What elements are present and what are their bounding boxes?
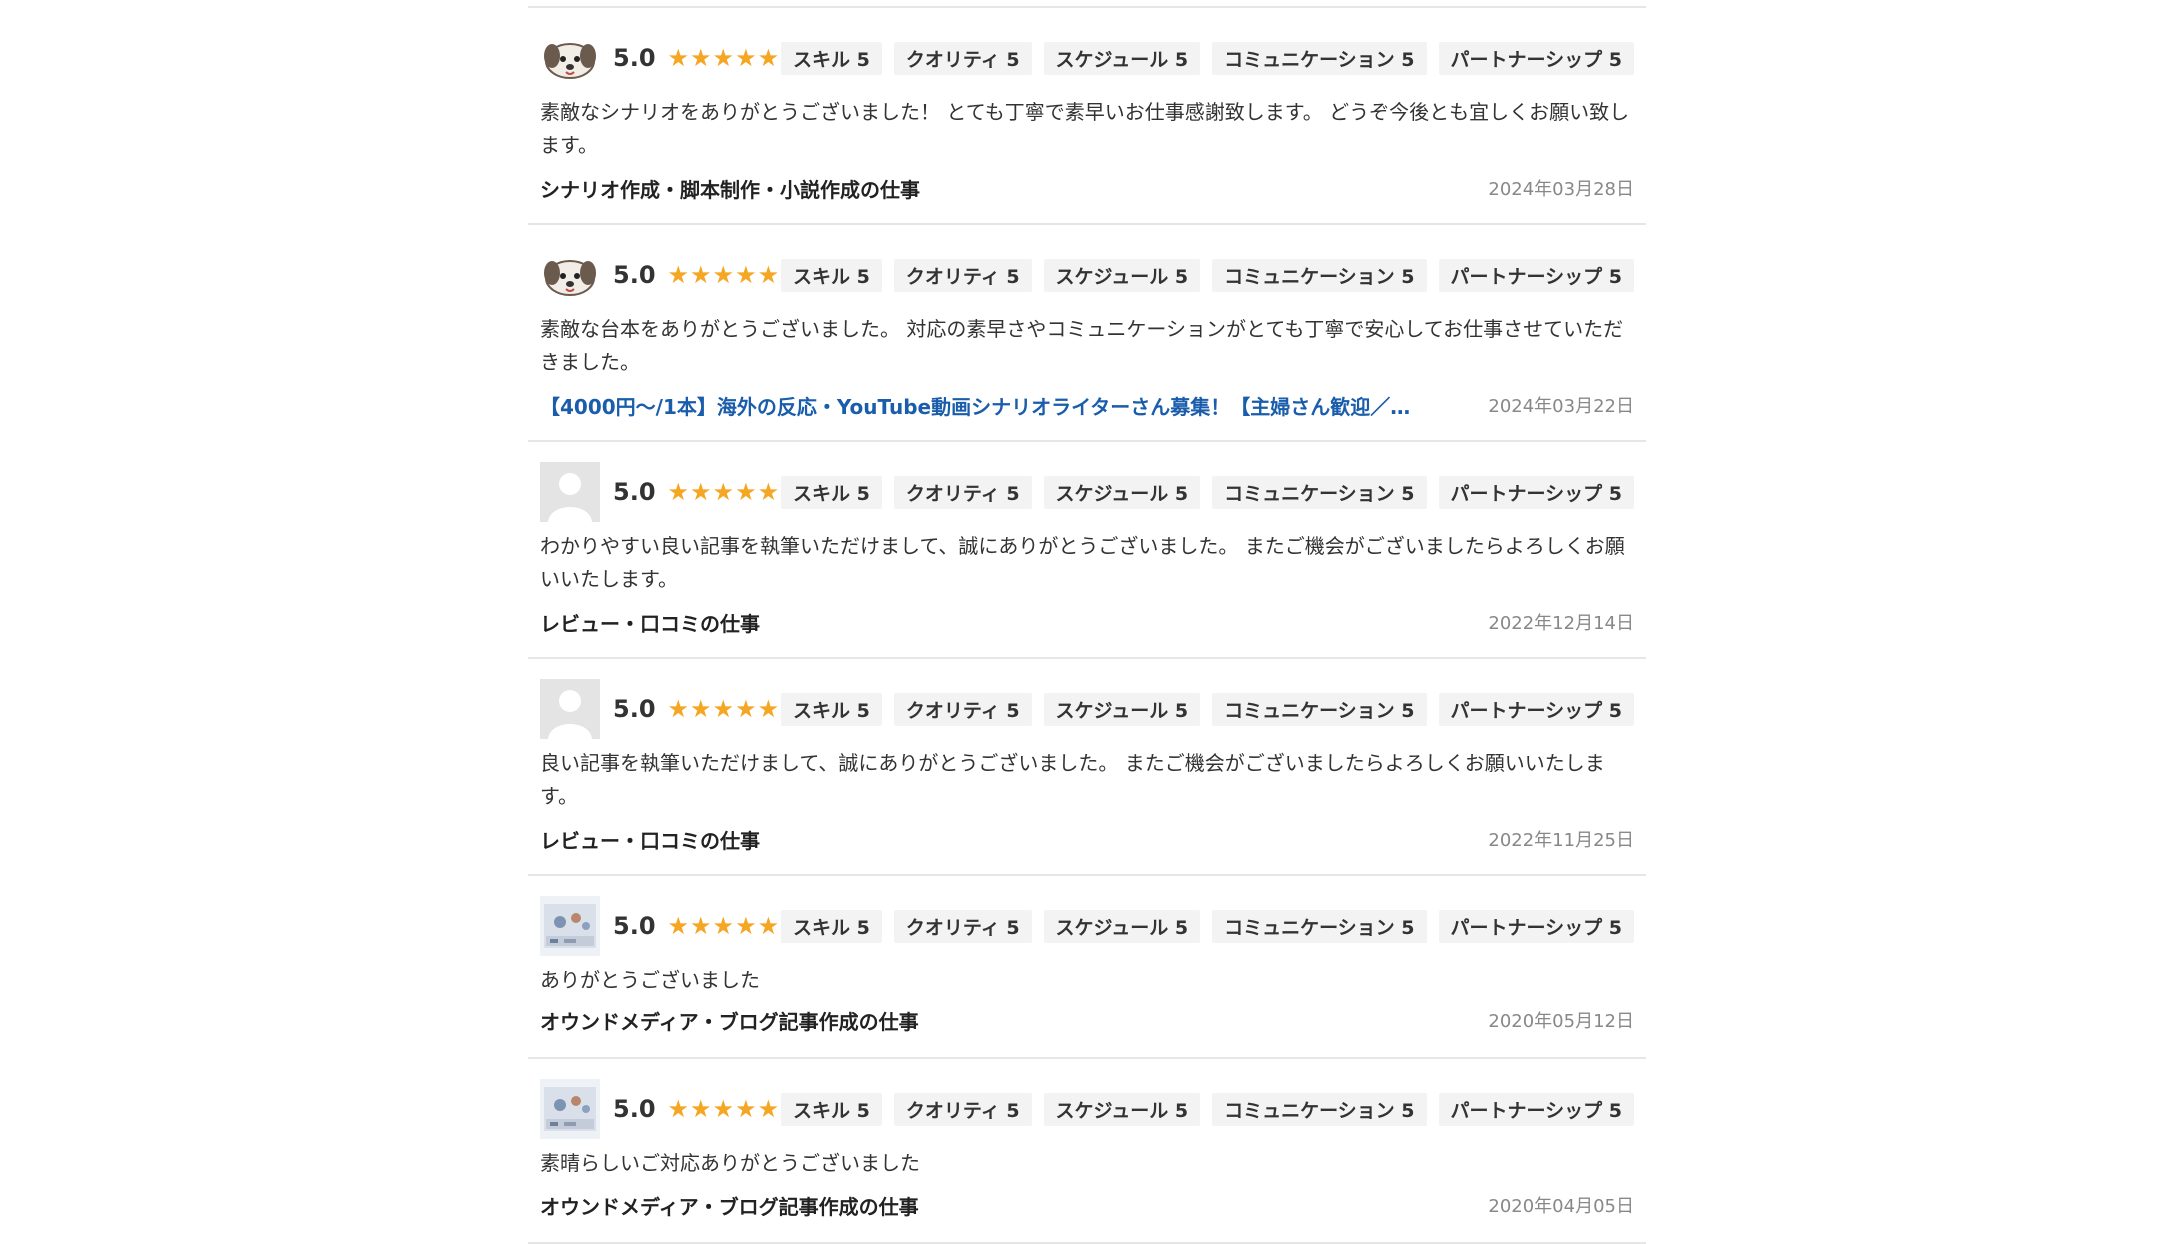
job-category: シナリオ作成・脚本制作・小説作成の仕事	[540, 177, 920, 202]
review-date: 2020年04月05日	[1488, 1196, 1634, 1217]
star-rating-icon: ★★★★★	[667, 44, 781, 72]
job-link[interactable]: 【4000円〜/1本】海外の反応・YouTube動画シナリオライターさん募集！【…	[540, 391, 1410, 420]
rating-tag: スケジュール 5	[1043, 692, 1201, 726]
rating-tag: スキル 5	[781, 1092, 882, 1126]
review-comment: 素敵なシナリオをありがとうございました！ とても丁寧で素早いお仕事感謝致します。…	[540, 100, 1630, 157]
review-header: 5.0 ★★★★★ スキル 5 クオリティ 5 スケジュール 5 コミュニケーション …	[540, 1079, 1634, 1139]
review-item: 5.0 ★★★★★ スキル 5 クオリティ 5 スケジュール 5 コミュニケーション …	[528, 442, 1646, 659]
review-header: 5.0 ★★★★★ スキル 5 クオリティ 5 スケジュール 5 コミュニケーション …	[540, 462, 1634, 522]
review-item: 5.0 ★★★★★ スキル 5 クオリティ 5 スケジュール 5 コミュニケーション …	[528, 8, 1646, 225]
rating-tag: スケジュール 5	[1043, 475, 1201, 509]
reviewer-avatar	[540, 28, 600, 88]
rating-tag: コミュニケーション 5	[1212, 909, 1427, 943]
star-rating-icon: ★★★★★	[667, 261, 781, 289]
rating-tag: コミュニケーション 5	[1212, 1092, 1427, 1126]
rating-tag: パートナーシップ 5	[1438, 258, 1634, 292]
rating-tag: クオリティ 5	[893, 1092, 1032, 1126]
star-rating-icon: ★★★★★	[667, 695, 781, 723]
rating-breakdown: スキル 5 クオリティ 5 スケジュール 5 コミュニケーション 5 パートナーシップ …	[781, 475, 1634, 509]
rating-tag: パートナーシップ 5	[1438, 41, 1634, 75]
overall-score: 5.0	[613, 912, 656, 940]
rating-tag: スケジュール 5	[1043, 909, 1201, 943]
review-header: 5.0 ★★★★★ スキル 5 クオリティ 5 スケジュール 5 コミュニケーション …	[540, 28, 1634, 88]
star-rating-icon: ★★★★★	[667, 478, 781, 506]
review-comment: 素晴らしいご対応ありがとうございました	[540, 1151, 920, 1175]
overall-score: 5.0	[613, 695, 656, 723]
review-item: 5.0 ★★★★★ スキル 5 クオリティ 5 スケジュール 5 コミュニケーション …	[528, 659, 1646, 876]
reviewer-avatar	[540, 245, 600, 305]
rating-tag: パートナーシップ 5	[1438, 909, 1634, 943]
rating-breakdown: スキル 5 クオリティ 5 スケジュール 5 コミュニケーション 5 パートナーシップ …	[781, 1092, 1634, 1126]
rating-breakdown: スキル 5 クオリティ 5 スケジュール 5 コミュニケーション 5 パートナーシップ …	[781, 909, 1634, 943]
review-item: 5.0 ★★★★★ スキル 5 クオリティ 5 スケジュール 5 コミュニケーション …	[528, 876, 1646, 1059]
rating-tag: パートナーシップ 5	[1438, 692, 1634, 726]
review-list: 5.0 ★★★★★ スキル 5 クオリティ 5 スケジュール 5 コミュニケーション …	[528, 6, 1646, 1244]
rating-tag: スキル 5	[781, 475, 882, 509]
rating-tag: スキル 5	[781, 692, 882, 726]
job-row: オウンドメディア・ブログ記事作成の仕事 2020年04月05日	[540, 1189, 1634, 1221]
job-category: オウンドメディア・ブログ記事作成の仕事	[540, 1009, 919, 1034]
rating-breakdown: スキル 5 クオリティ 5 スケジュール 5 コミュニケーション 5 パートナーシップ …	[781, 41, 1634, 75]
review-header: 5.0 ★★★★★ スキル 5 クオリティ 5 スケジュール 5 コミュニケーション …	[540, 896, 1634, 956]
rating-tag: コミュニケーション 5	[1212, 258, 1427, 292]
review-date: 2024年03月28日	[1488, 179, 1634, 200]
reviewer-avatar	[540, 1079, 600, 1139]
review-date: 2022年11月25日	[1488, 830, 1634, 851]
job-category: レビュー・口コミの仕事	[540, 611, 760, 636]
job-row: オウンドメディア・ブログ記事作成の仕事 2020年05月12日	[540, 1004, 1634, 1036]
job-row: シナリオ作成・脚本制作・小説作成の仕事 2024年03月28日	[540, 172, 1634, 204]
job-category: オウンドメディア・ブログ記事作成の仕事	[540, 1194, 919, 1219]
rating-tag: スケジュール 5	[1043, 41, 1201, 75]
overall-score: 5.0	[613, 261, 656, 289]
review-header: 5.0 ★★★★★ スキル 5 クオリティ 5 スケジュール 5 コミュニケーション …	[540, 679, 1634, 739]
review-date: 2020年05月12日	[1488, 1011, 1634, 1032]
rating-tag: スキル 5	[781, 41, 882, 75]
review-comment: わかりやすい良い記事を執筆いただけまして、誠にありがとうございました。 またご機…	[540, 534, 1625, 591]
review-item: 5.0 ★★★★★ スキル 5 クオリティ 5 スケジュール 5 コミュニケーション …	[528, 225, 1646, 442]
rating-breakdown: スキル 5 クオリティ 5 スケジュール 5 コミュニケーション 5 パートナーシップ …	[781, 258, 1634, 292]
reviewer-avatar	[540, 679, 600, 739]
review-item: 5.0 ★★★★★ スキル 5 クオリティ 5 スケジュール 5 コミュニケーション …	[528, 1059, 1646, 1244]
rating-tag: コミュニケーション 5	[1212, 475, 1427, 509]
rating-tag: コミュニケーション 5	[1212, 41, 1427, 75]
job-row: 【4000円〜/1本】海外の反応・YouTube動画シナリオライターさん募集！【…	[540, 389, 1634, 421]
rating-tag: スケジュール 5	[1043, 258, 1201, 292]
rating-tag: スキル 5	[781, 258, 882, 292]
review-comment: 良い記事を執筆いただけまして、誠にありがとうございました。 またご機会がございま…	[540, 751, 1605, 808]
overall-score: 5.0	[613, 478, 656, 506]
job-row: レビュー・口コミの仕事 2022年12月14日	[540, 606, 1634, 638]
review-comment: ありがとうございました	[540, 968, 760, 992]
rating-tag: クオリティ 5	[893, 475, 1032, 509]
job-row: レビュー・口コミの仕事 2022年11月25日	[540, 823, 1634, 855]
star-rating-icon: ★★★★★	[667, 1095, 781, 1123]
review-comment: 素敵な台本をありがとうございました。 対応の素早さやコミュニケーションがとても丁…	[540, 317, 1624, 374]
rating-tag: パートナーシップ 5	[1438, 475, 1634, 509]
overall-score: 5.0	[613, 44, 656, 72]
rating-tag: コミュニケーション 5	[1212, 692, 1427, 726]
overall-score: 5.0	[613, 1095, 656, 1123]
rating-tag: クオリティ 5	[893, 692, 1032, 726]
review-date: 2024年03月22日	[1488, 396, 1634, 417]
reviewer-avatar	[540, 896, 600, 956]
rating-tag: スケジュール 5	[1043, 1092, 1201, 1126]
review-date: 2022年12月14日	[1488, 613, 1634, 634]
rating-breakdown: スキル 5 クオリティ 5 スケジュール 5 コミュニケーション 5 パートナーシップ …	[781, 692, 1634, 726]
rating-tag: クオリティ 5	[893, 41, 1032, 75]
rating-tag: クオリティ 5	[893, 909, 1032, 943]
reviewer-avatar	[540, 462, 600, 522]
job-category: レビュー・口コミの仕事	[540, 828, 760, 853]
star-rating-icon: ★★★★★	[667, 912, 781, 940]
review-header: 5.0 ★★★★★ スキル 5 クオリティ 5 スケジュール 5 コミュニケーション …	[540, 245, 1634, 305]
rating-tag: クオリティ 5	[893, 258, 1032, 292]
rating-tag: スキル 5	[781, 909, 882, 943]
rating-tag: パートナーシップ 5	[1438, 1092, 1634, 1126]
